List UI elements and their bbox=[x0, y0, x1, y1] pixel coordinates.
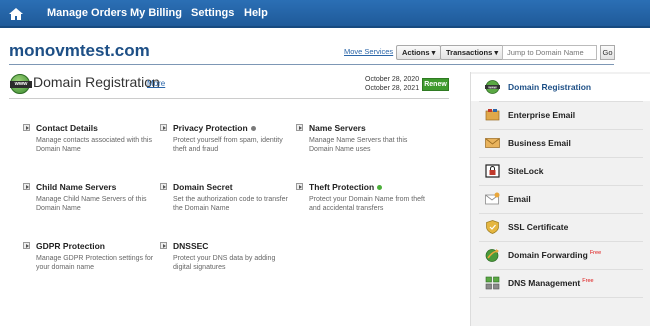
item-desc: Manage GDPR Protection settings for your… bbox=[36, 255, 154, 271]
arrow-right-icon bbox=[23, 242, 30, 249]
envelope-icon bbox=[485, 138, 500, 148]
item-desc: Manage Name Servers that this Domain Nam… bbox=[309, 137, 408, 153]
item-title[interactable]: GDPR Protection bbox=[36, 241, 105, 251]
sidebar-item-label: Enterprise Email bbox=[508, 110, 576, 120]
sidebar-item-dns-management[interactable]: DNS Management Free bbox=[471, 270, 650, 297]
domain-forwarding-icon bbox=[485, 249, 499, 262]
item-title-wrap[interactable]: Theft Protection bbox=[309, 182, 383, 192]
item-title[interactable]: DNSSEC bbox=[173, 241, 208, 251]
header-divider bbox=[9, 64, 614, 65]
svg-text:www: www bbox=[487, 85, 496, 89]
home-icon[interactable] bbox=[8, 6, 24, 22]
arrow-right-icon bbox=[160, 183, 167, 190]
item-desc: Manage Child Name Servers of this Domain… bbox=[36, 196, 147, 212]
arrow-right-icon bbox=[296, 183, 303, 190]
date-expires: October 28, 2021 bbox=[365, 84, 420, 92]
sidebar-item-label: DNS Management Free bbox=[508, 278, 594, 288]
go-button[interactable]: Go bbox=[600, 45, 615, 60]
sitelock-icon bbox=[485, 164, 500, 178]
sidebar-item-label: SiteLock bbox=[508, 166, 544, 176]
sidebar-item-business-email[interactable]: Business Email bbox=[471, 130, 650, 157]
arrow-right-icon bbox=[23, 124, 30, 131]
sidebar-item-email[interactable]: Email bbox=[471, 186, 650, 213]
sidebar-item-enterprise-email[interactable]: Enterprise Email bbox=[471, 102, 650, 129]
arrow-right-icon bbox=[160, 242, 167, 249]
item-title[interactable]: Domain Secret bbox=[173, 182, 233, 192]
enterprise-email-icon bbox=[485, 109, 500, 121]
services-sidebar: www Domain Registration Enterprise Email… bbox=[470, 72, 650, 326]
page-title-bar: www Domain Registration More October 28,… bbox=[9, 71, 449, 99]
free-badge: Free bbox=[582, 278, 594, 285]
arrow-right-icon bbox=[296, 124, 303, 131]
jump-to-domain-input[interactable] bbox=[502, 45, 597, 60]
move-services-link[interactable]: Move Services bbox=[344, 47, 393, 56]
status-dot-green-icon bbox=[377, 185, 383, 191]
nav-manage-orders[interactable]: Manage Orders bbox=[47, 7, 127, 19]
page-title: Domain Registration bbox=[33, 74, 160, 90]
ssl-shield-icon bbox=[486, 220, 499, 234]
item-title[interactable]: Name Servers bbox=[309, 123, 366, 133]
sidebar-item-domain-forwarding[interactable]: Domain Forwarding Free bbox=[471, 242, 650, 269]
nav-help[interactable]: Help bbox=[244, 7, 268, 19]
registration-dates: October 28, 2020 October 28, 2021 bbox=[365, 76, 419, 93]
arrow-right-icon bbox=[23, 183, 30, 190]
nav-settings[interactable]: Settings bbox=[191, 7, 234, 19]
dns-management-icon bbox=[485, 276, 500, 290]
free-badge: Free bbox=[589, 250, 602, 257]
actions-dropdown[interactable]: Actions ▾ bbox=[396, 45, 442, 60]
email-icon bbox=[485, 192, 500, 205]
renew-button[interactable]: Renew bbox=[422, 78, 449, 91]
sidebar-item-label: SSL Certificate bbox=[508, 222, 569, 232]
arrow-right-icon bbox=[160, 124, 167, 131]
sidebar-item-label: Domain Registration bbox=[508, 82, 592, 92]
item-desc: Protect your Domain Name from theft and … bbox=[309, 196, 425, 212]
www-globe-icon: www bbox=[485, 80, 500, 94]
chevron-down-icon: ▾ bbox=[431, 48, 436, 57]
actions-label: Actions bbox=[402, 48, 430, 57]
domain-name-title: monovmtest.com bbox=[9, 41, 150, 60]
sidebar-divider bbox=[479, 297, 643, 298]
sidebar-item-ssl-certificate[interactable]: SSL Certificate bbox=[471, 214, 650, 241]
transactions-dropdown[interactable]: Transactions ▾ bbox=[440, 45, 505, 60]
chevron-down-icon: ▾ bbox=[494, 48, 499, 57]
more-link[interactable]: More bbox=[147, 79, 165, 88]
item-title: Theft Protection bbox=[309, 182, 375, 192]
item-title[interactable]: Contact Details bbox=[36, 123, 98, 133]
sidebar-item-label: Domain Forwarding Free bbox=[508, 250, 602, 260]
sidebar-item-sitelock[interactable]: SiteLock bbox=[471, 158, 650, 185]
sidebar-item-label: Email bbox=[508, 194, 531, 204]
item-desc: Manage contacts associated with this Dom… bbox=[36, 137, 152, 153]
nav-my-billing[interactable]: My Billing bbox=[130, 7, 182, 19]
www-globe-icon: www bbox=[10, 74, 32, 94]
sidebar-item-label: Business Email bbox=[508, 138, 571, 148]
item-desc: Protect your DNS data by adding digital … bbox=[173, 255, 276, 271]
status-dot-gray-icon bbox=[250, 126, 256, 132]
item-desc: Protect yourself from spam, identity the… bbox=[173, 137, 283, 153]
transactions-label: Transactions bbox=[446, 48, 493, 57]
item-title-wrap[interactable]: Privacy Protection bbox=[173, 123, 256, 133]
item-title[interactable]: Child Name Servers bbox=[36, 182, 116, 192]
sidebar-item-domain-registration[interactable]: www Domain Registration bbox=[471, 74, 650, 101]
top-nav-bar: Manage Orders My Billing Settings Help bbox=[0, 0, 650, 28]
item-desc: Set the authorization code to transfer t… bbox=[173, 196, 288, 212]
item-title: Privacy Protection bbox=[173, 123, 248, 133]
date-registered: October 28, 2020 bbox=[365, 76, 420, 83]
